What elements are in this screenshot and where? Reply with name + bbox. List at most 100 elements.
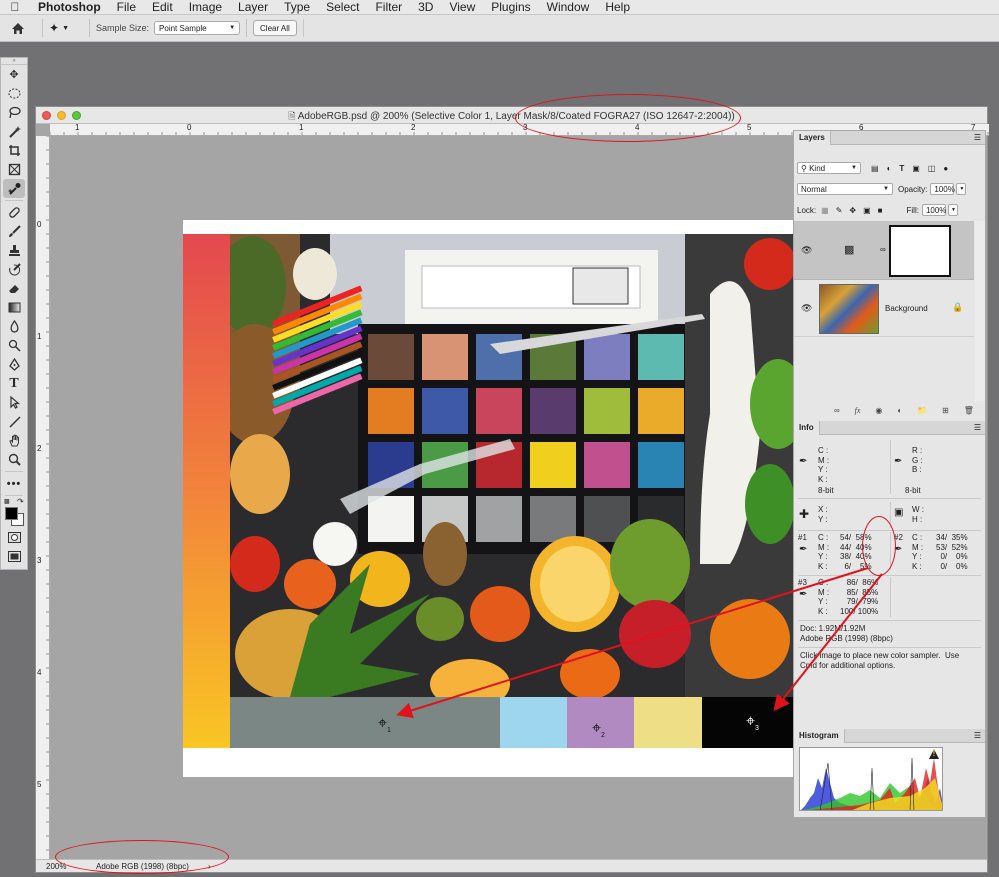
gradient-tool-icon[interactable] — [3, 298, 25, 317]
eyedropper-icon[interactable]: ✒ — [799, 544, 807, 555]
color-swatches[interactable]: ▩ ↷ — [2, 497, 26, 528]
move-tool-icon[interactable]: ✥ — [3, 65, 25, 84]
apple-menu-icon[interactable]:  — [0, 0, 30, 14]
menu-select[interactable]: Select — [318, 0, 367, 14]
app-menu[interactable]: Photoshop — [30, 0, 109, 14]
new-adjustment-icon[interactable]: ◐ — [897, 406, 902, 415]
filter-adjustment-icon[interactable]: ◐ — [887, 164, 892, 173]
opacity-slider-toggle[interactable]: ▼ — [956, 183, 967, 195]
histogram-tab[interactable]: Histogram — [794, 729, 845, 743]
frame-tool-icon[interactable] — [3, 160, 25, 179]
vertical-ruler[interactable]: 0 1 2 3 4 5 — [36, 136, 50, 861]
eyedropper-icon[interactable]: ✒ — [894, 544, 902, 555]
history-brush-tool-icon[interactable] — [3, 260, 25, 279]
zoom-tool-icon[interactable] — [3, 450, 25, 469]
lasso-tool-icon[interactable] — [3, 103, 25, 122]
color-sampler-1[interactable]: ⌖1 — [378, 715, 391, 739]
info-tab[interactable]: Info — [794, 421, 820, 435]
new-layer-icon[interactable]: ⊞ — [942, 406, 949, 415]
marquee-tool-icon[interactable] — [3, 84, 25, 103]
layer-kind-select[interactable]: ⚲ Kind ▼ — [797, 162, 861, 174]
still-life-photo[interactable] — [230, 234, 793, 697]
foreground-color-swatch[interactable] — [5, 507, 18, 520]
document-profile[interactable]: Adobe RGB (1998) (8bpc) — [92, 862, 189, 871]
crop-tool-icon[interactable] — [3, 141, 25, 160]
sample-size-select[interactable]: Point Sample ▼ — [154, 21, 241, 35]
toolbar-collapse-icon[interactable]: » — [1, 58, 27, 65]
screen-mode-icon[interactable] — [3, 547, 25, 566]
tool-preset-picker[interactable]: ✦ ▼ — [49, 21, 83, 35]
default-colors-icon[interactable]: ▩ — [4, 498, 10, 505]
fill-input[interactable]: 100% — [921, 204, 946, 216]
pen-tool-icon[interactable] — [3, 355, 25, 374]
link-icon[interactable]: ∞ — [880, 245, 886, 254]
color-sampler-3[interactable]: ⌖3 — [746, 713, 759, 737]
menu-plugins[interactable]: Plugins — [483, 0, 538, 14]
brush-tool-icon[interactable] — [3, 222, 25, 241]
lock-artboard-icon[interactable]: ▣ — [863, 206, 871, 215]
status-menu-icon[interactable]: › — [208, 862, 211, 871]
layer-row-selective-color[interactable]: 👁 ▩ ∞ — [794, 221, 974, 280]
line-tool-icon[interactable] — [3, 412, 25, 431]
color-sampler-2[interactable]: ⌖2 — [592, 720, 605, 744]
layers-tab[interactable]: Layers — [794, 131, 831, 145]
menu-filter[interactable]: Filter — [367, 0, 410, 14]
ruler-label: 4 — [635, 124, 640, 132]
quick-mask-icon[interactable] — [3, 528, 25, 547]
layer-mask-thumbnail[interactable] — [889, 225, 951, 277]
image-canvas[interactable]: ⌖1 ⌖2 ⌖3 — [183, 220, 793, 777]
dodge-tool-icon[interactable] — [3, 336, 25, 355]
eye-icon[interactable]: 👁 — [801, 303, 812, 314]
new-group-icon[interactable]: 📁 — [917, 406, 927, 415]
lock-transparency-icon[interactable]: ▦ — [821, 206, 829, 215]
type-tool-icon[interactable]: T — [3, 374, 25, 393]
filter-smart-object-icon[interactable]: ◫ — [928, 164, 936, 173]
path-selection-tool-icon[interactable] — [3, 393, 25, 412]
zoom-level[interactable]: 200% — [36, 862, 92, 871]
menu-type[interactable]: Type — [276, 0, 318, 14]
eraser-tool-icon[interactable] — [3, 279, 25, 298]
ruler-label: 2 — [37, 444, 42, 453]
hand-tool-icon[interactable] — [3, 431, 25, 450]
filter-pixel-icon[interactable]: ▤ — [871, 164, 879, 173]
lock-all-icon[interactable]: ■ — [878, 206, 883, 215]
menu-edit[interactable]: Edit — [144, 0, 181, 14]
eye-icon[interactable]: 👁 — [801, 245, 812, 256]
filter-type-icon[interactable]: T — [899, 164, 904, 173]
lock-paint-icon[interactable]: ✎ — [836, 206, 843, 215]
menu-image[interactable]: Image — [181, 0, 230, 14]
panel-menu-icon[interactable]: ☰ — [974, 133, 981, 142]
panel-menu-icon[interactable]: ☰ — [974, 423, 981, 432]
filter-shape-icon[interactable]: ▣ — [912, 164, 920, 173]
menu-window[interactable]: Window — [539, 0, 598, 14]
lock-position-icon[interactable]: ✥ — [849, 206, 856, 215]
delete-layer-icon[interactable]: 🗑 — [964, 406, 974, 415]
eyedropper-icon[interactable]: ✒ — [799, 589, 807, 600]
clear-all-button[interactable]: Clear All — [253, 20, 297, 36]
more-tools-icon[interactable]: ••• — [3, 474, 25, 493]
swap-colors-icon[interactable]: ↷ — [17, 497, 24, 506]
home-icon[interactable] — [0, 22, 36, 35]
layer-row-background[interactable]: 👁 Background 🔒 — [794, 281, 974, 337]
fill-slider-toggle[interactable]: ▼ — [947, 204, 958, 216]
menu-3d[interactable]: 3D — [410, 0, 441, 14]
layers-scrollbar[interactable] — [975, 221, 985, 401]
blur-tool-icon[interactable] — [3, 317, 25, 336]
blend-mode-select[interactable]: Normal ▼ — [797, 183, 893, 195]
clone-stamp-tool-icon[interactable] — [3, 241, 25, 260]
opacity-input[interactable]: 100% — [930, 183, 955, 195]
menu-layer[interactable]: Layer — [230, 0, 276, 14]
add-mask-icon[interactable]: ◉ — [875, 406, 882, 415]
color-sampler-tool-icon[interactable] — [3, 179, 25, 198]
menu-file[interactable]: File — [109, 0, 144, 14]
filter-toggle-icon[interactable]: ● — [943, 164, 948, 173]
menu-view[interactable]: View — [441, 0, 483, 14]
eyedropper-icon[interactable]: ✒ — [894, 456, 902, 467]
panel-menu-icon[interactable]: ☰ — [974, 731, 981, 740]
menu-help[interactable]: Help — [597, 0, 638, 14]
eyedropper-icon[interactable]: ✒ — [799, 456, 807, 467]
layer-style-icon[interactable]: fx — [855, 406, 861, 415]
healing-brush-tool-icon[interactable] — [3, 203, 25, 222]
magic-wand-tool-icon[interactable] — [3, 122, 25, 141]
link-layers-icon[interactable]: ∞ — [834, 406, 840, 415]
